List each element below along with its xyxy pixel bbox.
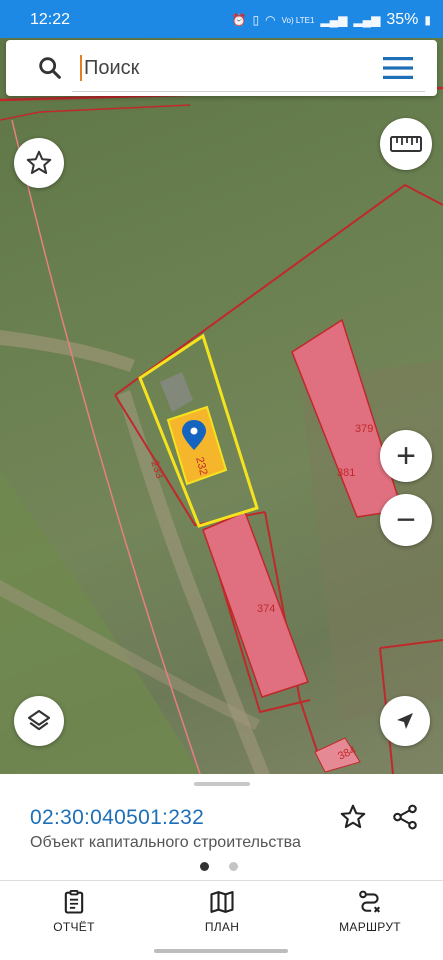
star-outline-icon <box>26 150 52 174</box>
sheet-drag-handle[interactable] <box>194 782 250 786</box>
zoom-in-button[interactable]: + <box>380 430 432 482</box>
object-type: Объект капитального строительства <box>30 834 301 851</box>
label-381: 381 <box>337 467 355 479</box>
text-cursor <box>80 55 82 81</box>
layers-icon <box>27 709 51 731</box>
search-underline <box>72 91 425 92</box>
status-time: 12:22 <box>30 11 71 28</box>
status-icons: ⏰ ▯ ◠ Vo) LTE1 ▂▄▆ ▂▄▆ 35% ▮ <box>232 11 431 29</box>
route-icon <box>359 890 381 913</box>
nav-report[interactable]: ОТЧЁТ <box>14 888 134 944</box>
network-label: Vo) LTE1 <box>281 15 315 25</box>
gesture-bar[interactable] <box>154 949 288 953</box>
status-bar: 12:22 ⏰ ▯ ◠ Vo) LTE1 ▂▄▆ ▂▄▆ 35% ▮ <box>0 0 443 38</box>
battery-level: 35% <box>386 11 419 28</box>
search-input[interactable] <box>84 50 354 86</box>
vibrate-icon: ▯ <box>252 13 260 27</box>
star-outline-icon <box>340 804 366 829</box>
roof-shadow <box>160 372 193 412</box>
parcel-boundary <box>0 104 191 121</box>
page-indicator <box>200 862 238 871</box>
object-info-sheet[interactable]: 02:30:040501:232 Объект капитального стр… <box>0 774 443 960</box>
label-374: 374 <box>257 603 275 615</box>
cadastral-number[interactable]: 02:30:040501:232 <box>30 806 204 830</box>
layers-button[interactable] <box>14 696 64 746</box>
map-canvas[interactable]: 232 233 374 379 381 384 <box>0 38 443 774</box>
battery-icon: ▮ <box>424 13 431 27</box>
zoom-out-icon: − <box>396 501 416 539</box>
share-button[interactable] <box>388 800 422 834</box>
ruler-icon <box>390 136 422 152</box>
navigation-arrow-icon <box>397 713 413 729</box>
map-plan-icon <box>210 891 234 913</box>
signal-icon: ▂▄▆ <box>320 13 348 27</box>
favorite-map-button[interactable] <box>14 138 64 188</box>
bottom-navigation: ОТЧЁТ ПЛАН МАРШРУТ <box>0 882 443 944</box>
nav-plan[interactable]: ПЛАН <box>162 888 282 944</box>
nav-route[interactable]: МАРШРУТ <box>310 888 430 944</box>
nav-plan-label: ПЛАН <box>204 920 240 934</box>
satellite-map[interactable]: 232 233 374 379 381 384 + − <box>0 38 443 774</box>
signal-icon-2: ▂▄▆ <box>353 13 381 27</box>
share-icon <box>393 804 417 830</box>
page-dot <box>229 862 238 871</box>
ruler-button[interactable] <box>380 118 432 170</box>
label-379: 379 <box>355 423 373 435</box>
zoom-in-icon: + <box>396 437 416 475</box>
zoom-out-button[interactable]: − <box>380 494 432 546</box>
wifi-icon: ◠ <box>265 13 276 27</box>
nav-report-label: ОТЧЁТ <box>53 920 95 934</box>
favorite-object-button[interactable] <box>336 800 370 834</box>
alarm-icon: ⏰ <box>231 13 247 27</box>
page-dot-active <box>200 862 209 871</box>
report-clipboard-icon <box>64 889 84 914</box>
my-location-button[interactable] <box>380 696 430 746</box>
search-bar[interactable] <box>6 40 437 96</box>
nav-route-label: МАРШРУТ <box>339 920 401 934</box>
menu-icon[interactable] <box>381 54 415 82</box>
search-icon[interactable] <box>36 54 64 82</box>
sheet-divider <box>0 880 443 881</box>
